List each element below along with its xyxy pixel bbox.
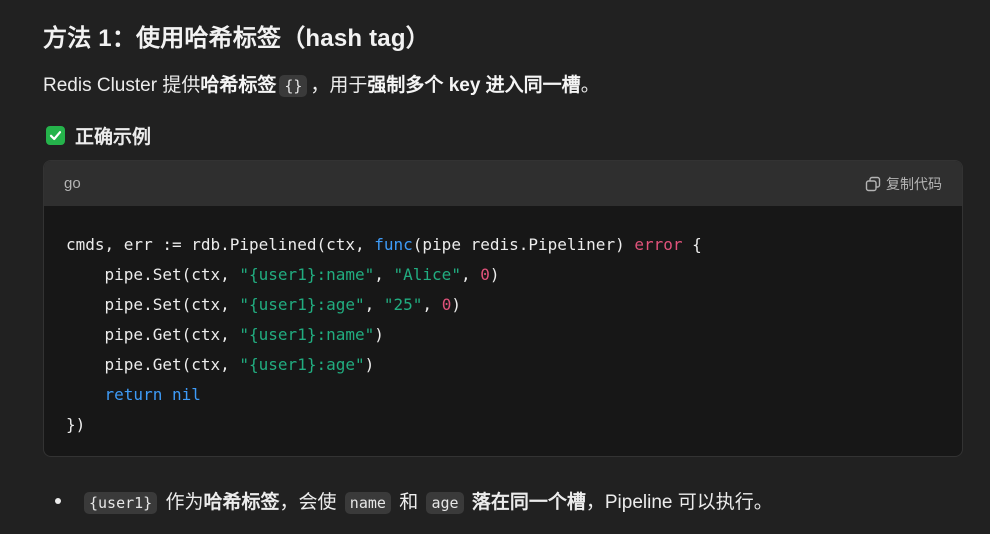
page: 方法 1：使用哈希标签（hash tag） Redis Cluster 提供哈希…	[0, 0, 990, 534]
intro-bold-same-slot: 强制多个 key 进入同一槽	[367, 75, 581, 96]
code-token: )	[364, 355, 375, 374]
copy-code-label: 复制代码	[886, 175, 942, 192]
code-token: pipe.Set(ctx,	[66, 265, 240, 284]
intro-text-2: ，用于	[310, 75, 368, 96]
code-token: ,	[422, 295, 442, 314]
section-heading: 方法 1：使用哈希标签（hash tag）	[43, 25, 430, 52]
code-token: 0	[480, 265, 490, 284]
bullet-bold-same-slot: 落在同一个槽	[471, 492, 586, 513]
code-token: ,	[460, 265, 481, 284]
code-token: pipe.Get(ctx,	[66, 355, 240, 374]
code-token: ,	[374, 265, 394, 284]
code-token: "{user1}:age"	[239, 355, 365, 374]
code-line: pipe.Get(ctx, "{user1}:name")	[66, 320, 940, 350]
list-item: {user1} 作为哈希标签，会使 name 和 age 落在同一个槽，Pipe…	[55, 487, 773, 514]
bullet-dot	[55, 497, 61, 504]
code-token: {	[682, 235, 702, 254]
inline-code-age: age	[426, 492, 464, 514]
bullet-text-2: ，会使	[279, 492, 342, 513]
code-line: return nil	[66, 380, 940, 410]
code-token: nil	[171, 385, 201, 404]
code-token: )	[374, 325, 384, 344]
code-token: cmds, err := rdb.Pipelined(ctx,	[66, 235, 375, 254]
code-token: ,	[364, 295, 384, 314]
code-line: cmds, err := rdb.Pipelined(ctx, func(pip…	[66, 230, 940, 260]
bullet-bold-hash-tag: 哈希标签	[203, 492, 280, 513]
intro-text-3: 。	[580, 75, 600, 96]
code-token: 0	[441, 295, 452, 314]
bullet-text-3: 和	[393, 492, 424, 513]
code-content: cmds, err := rdb.Pipelined(ctx, func(pip…	[44, 206, 962, 440]
intro-bold-hash-tag: 哈希标签	[200, 75, 277, 96]
code-token: return	[104, 385, 163, 404]
intro-text: Redis Cluster 提供	[43, 75, 201, 96]
code-token: })	[66, 415, 86, 434]
code-token: (pipe redis.Pipeliner)	[412, 235, 635, 254]
inline-code-braces: {}	[279, 75, 308, 97]
bullet-text-5: ，Pipeline 可以执行。	[585, 492, 773, 513]
bullet-text: {user1} 作为哈希标签，会使 name 和 age 落在同一个槽，Pipe…	[81, 487, 773, 514]
code-line: pipe.Set(ctx, "{user1}:name", "Alice", 0…	[66, 260, 940, 290]
code-token: error	[634, 235, 683, 254]
code-token: "{user1}:name"	[239, 325, 375, 344]
code-token: "25"	[383, 295, 423, 314]
code-token: pipe.Get(ctx,	[66, 325, 240, 344]
checkmark-icon	[46, 126, 65, 145]
code-block: go 复制代码 cmds, err := rdb.Pipelined(ctx, …	[43, 160, 963, 457]
code-line: pipe.Get(ctx, "{user1}:age")	[66, 350, 940, 380]
code-token: "{user1}:name"	[239, 265, 375, 284]
inline-code-user1: {user1}	[84, 492, 158, 514]
example-subheading: 正确示例	[46, 122, 151, 149]
bullet-text-1: 作为	[160, 492, 204, 513]
subheading-label: 正确示例	[75, 127, 152, 148]
code-token: "Alice"	[393, 265, 461, 284]
copy-code-button[interactable]: 复制代码	[865, 174, 942, 194]
inline-code-name: name	[344, 492, 391, 514]
code-token: pipe.Set(ctx,	[66, 295, 240, 314]
intro-paragraph: Redis Cluster 提供哈希标签{} ，用于强制多个 key 进入同一槽。	[43, 70, 600, 97]
code-language: go	[64, 175, 81, 192]
copy-icon	[865, 176, 881, 191]
code-token: )	[451, 295, 461, 314]
code-token: func	[374, 235, 413, 254]
code-line: })	[66, 410, 940, 440]
code-token: "{user1}:age"	[239, 295, 365, 314]
code-line: pipe.Set(ctx, "{user1}:age", "25", 0)	[66, 290, 940, 320]
code-token: )	[489, 265, 500, 284]
code-header: go 复制代码	[44, 161, 962, 206]
